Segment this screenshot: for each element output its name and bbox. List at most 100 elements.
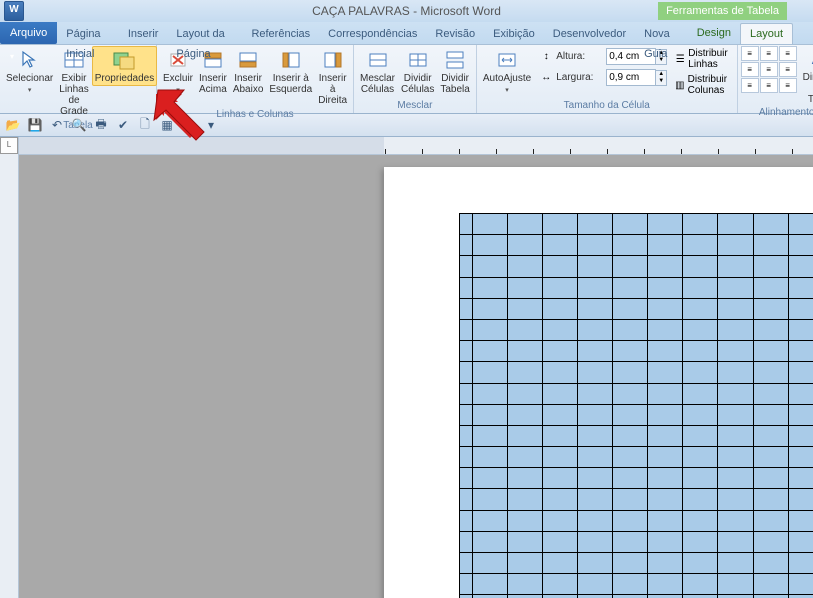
- table-cell[interactable]: [460, 235, 473, 256]
- col-width-spinner[interactable]: ▲▼: [656, 70, 667, 86]
- table-cell[interactable]: [718, 574, 753, 595]
- text-direction-button[interactable]: A↕ Direção do Texto: [801, 46, 813, 106]
- table-cell[interactable]: [472, 214, 507, 235]
- table-cell[interactable]: [472, 510, 507, 531]
- table-cell[interactable]: [718, 553, 753, 574]
- tab-mailings[interactable]: Correspondências: [319, 24, 426, 44]
- tab-selector[interactable]: L: [0, 137, 18, 154]
- table-cell[interactable]: [788, 277, 813, 298]
- table-cell[interactable]: [683, 277, 718, 298]
- table-cell[interactable]: [577, 531, 612, 552]
- table-cell[interactable]: [788, 489, 813, 510]
- properties-button[interactable]: Propriedades: [92, 46, 157, 86]
- table-cell[interactable]: [577, 277, 612, 298]
- qat-undo-icon[interactable]: ↶: [48, 116, 66, 134]
- table-cell[interactable]: [613, 362, 648, 383]
- align-bc[interactable]: ≡: [760, 78, 778, 93]
- table-cell[interactable]: [577, 341, 612, 362]
- table-cell[interactable]: [753, 235, 788, 256]
- table-cell[interactable]: [472, 256, 507, 277]
- table-cell[interactable]: [753, 531, 788, 552]
- table-cell[interactable]: [507, 298, 542, 319]
- table-cell[interactable]: [718, 447, 753, 468]
- table-cell[interactable]: [472, 298, 507, 319]
- autofit-button[interactable]: AutoAjuste ▾: [480, 46, 534, 98]
- table-cell[interactable]: [460, 214, 473, 235]
- table-cell[interactable]: [542, 341, 577, 362]
- table-cell[interactable]: [613, 383, 648, 404]
- table-cell[interactable]: [542, 510, 577, 531]
- table-cell[interactable]: [613, 574, 648, 595]
- table-cell[interactable]: [542, 447, 577, 468]
- table-cell[interactable]: [460, 319, 473, 340]
- qat-print-preview-icon[interactable]: 🔍: [70, 116, 88, 134]
- table-cell[interactable]: [577, 256, 612, 277]
- table-cell[interactable]: [472, 531, 507, 552]
- table-cell[interactable]: [753, 298, 788, 319]
- tab-table-design[interactable]: Design: [688, 23, 740, 43]
- table-cell[interactable]: [788, 531, 813, 552]
- tab-table-layout[interactable]: Layout: [740, 23, 793, 44]
- table-cell[interactable]: [753, 425, 788, 446]
- table-cell[interactable]: [718, 510, 753, 531]
- table-cell[interactable]: [788, 510, 813, 531]
- alignment-grid[interactable]: ≡≡≡ ≡≡≡ ≡≡≡: [741, 46, 797, 93]
- table-cell[interactable]: [648, 468, 683, 489]
- table-cell[interactable]: [460, 574, 473, 595]
- table-cell[interactable]: [507, 214, 542, 235]
- table-cell[interactable]: [460, 447, 473, 468]
- table-cell[interactable]: [753, 256, 788, 277]
- table-cell[interactable]: [577, 425, 612, 446]
- qat-more-icon[interactable]: ▾: [202, 116, 220, 134]
- table-cell[interactable]: [648, 425, 683, 446]
- table-cell[interactable]: [613, 447, 648, 468]
- table-cell[interactable]: [648, 256, 683, 277]
- table-cell[interactable]: [683, 341, 718, 362]
- table-cell[interactable]: [613, 553, 648, 574]
- insert-below-button[interactable]: Inserir Abaixo: [230, 46, 267, 97]
- table-cell[interactable]: [788, 319, 813, 340]
- table-cell[interactable]: [718, 277, 753, 298]
- table-cell[interactable]: [648, 531, 683, 552]
- table-cell[interactable]: [472, 447, 507, 468]
- table-cell[interactable]: [472, 468, 507, 489]
- table-cell[interactable]: [507, 383, 542, 404]
- align-bl[interactable]: ≡: [741, 78, 759, 93]
- align-mc[interactable]: ≡: [760, 62, 778, 77]
- tab-insert[interactable]: Inserir: [119, 24, 168, 44]
- table-cell[interactable]: [577, 404, 612, 425]
- table-cell[interactable]: [718, 298, 753, 319]
- table-cell[interactable]: [683, 531, 718, 552]
- table-cell[interactable]: [788, 383, 813, 404]
- table-cell[interactable]: [753, 383, 788, 404]
- table-cell[interactable]: [648, 510, 683, 531]
- table-cell[interactable]: [542, 214, 577, 235]
- table-cell[interactable]: [753, 319, 788, 340]
- table-cell[interactable]: [718, 531, 753, 552]
- table-cell[interactable]: [542, 277, 577, 298]
- table-cell[interactable]: [613, 510, 648, 531]
- table-cell[interactable]: [460, 298, 473, 319]
- table-cell[interactable]: [718, 256, 753, 277]
- table-cell[interactable]: [788, 298, 813, 319]
- table-cell[interactable]: [613, 404, 648, 425]
- table-cell[interactable]: [648, 489, 683, 510]
- table-cell[interactable]: [683, 235, 718, 256]
- table-cell[interactable]: [460, 341, 473, 362]
- table-cell[interactable]: [507, 553, 542, 574]
- table-cell[interactable]: [648, 214, 683, 235]
- qat-new-icon[interactable]: 🗋: [136, 116, 154, 134]
- table-cell[interactable]: [507, 256, 542, 277]
- table-cell[interactable]: [472, 383, 507, 404]
- table-cell[interactable]: [542, 553, 577, 574]
- table-cell[interactable]: [472, 235, 507, 256]
- table-cell[interactable]: [788, 214, 813, 235]
- distribute-rows-button[interactable]: ☰ Distribuir Linhas: [675, 48, 733, 70]
- table-cell[interactable]: [683, 362, 718, 383]
- table-cell[interactable]: [542, 256, 577, 277]
- table-cell[interactable]: [683, 256, 718, 277]
- table-cell[interactable]: [683, 298, 718, 319]
- table-cell[interactable]: [788, 574, 813, 595]
- table-cell[interactable]: [577, 298, 612, 319]
- table-cell[interactable]: [577, 468, 612, 489]
